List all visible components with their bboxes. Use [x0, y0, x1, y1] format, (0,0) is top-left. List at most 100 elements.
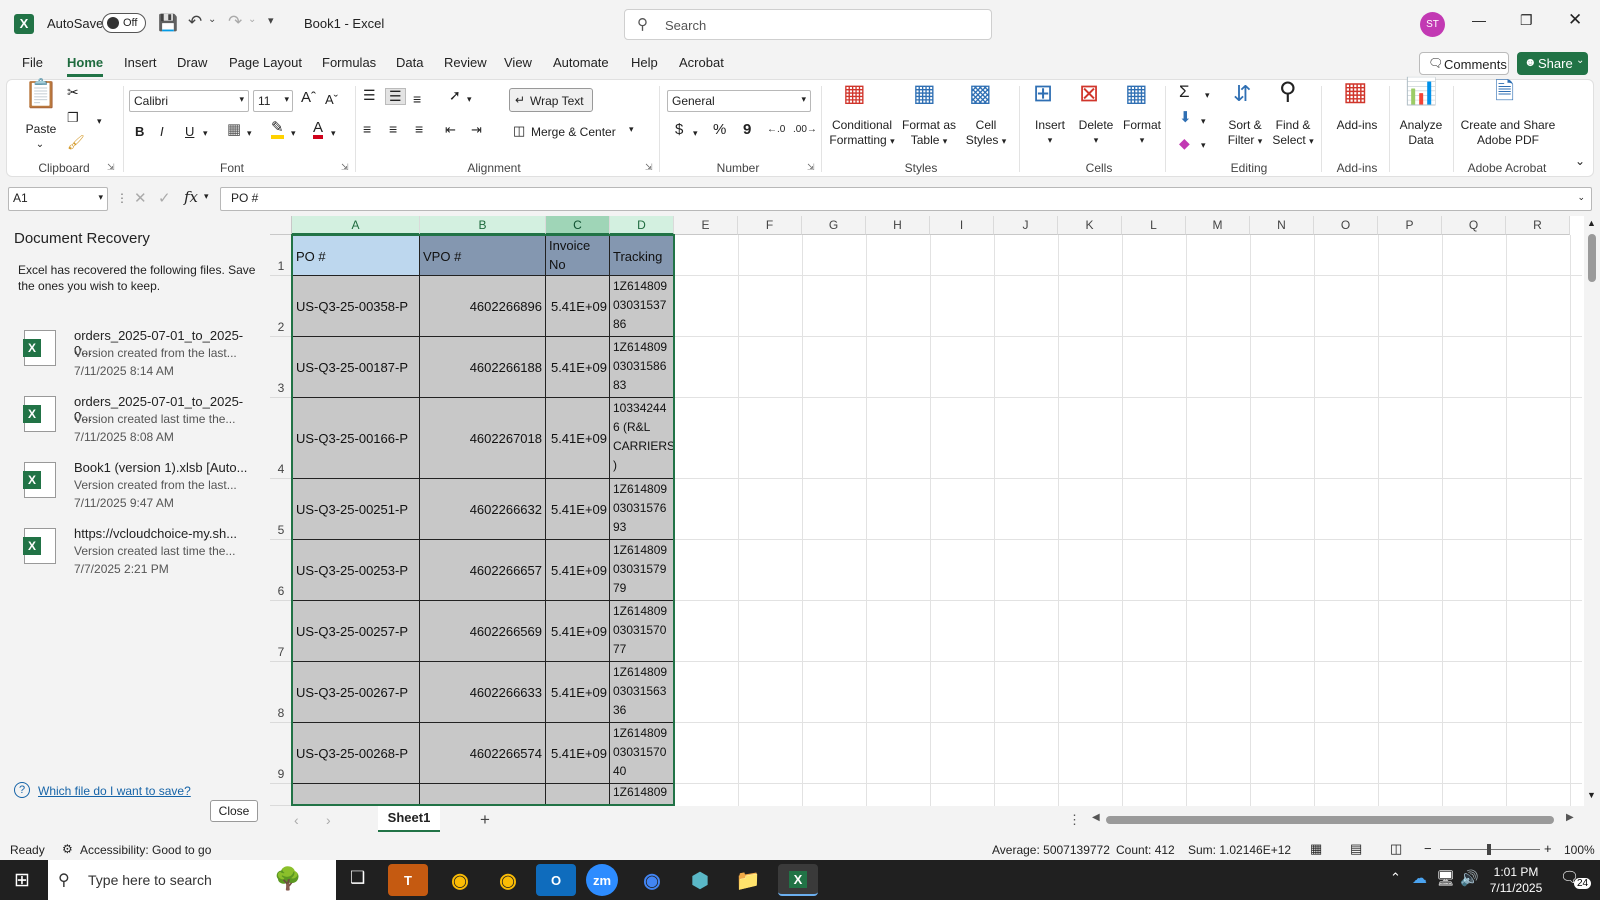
- analyze-data-icon[interactable]: 📊: [1405, 78, 1437, 104]
- table-cell-vpo[interactable]: 4602266657: [420, 540, 546, 601]
- share-button[interactable]: ☻ Share ⌄: [1517, 52, 1588, 75]
- column-header-g[interactable]: G: [802, 216, 866, 235]
- tab-review[interactable]: Review: [444, 55, 487, 70]
- row-header[interactable]: 1: [270, 235, 292, 276]
- tab-draw[interactable]: Draw: [177, 55, 207, 70]
- align-top-icon[interactable]: ☰: [363, 88, 376, 103]
- cell-styles-icon[interactable]: ▩: [969, 82, 992, 106]
- table-cell-invoice[interactable]: 5.41E+09: [546, 662, 610, 723]
- table-cell-po[interactable]: US-Q3-25-00268-P: [292, 723, 420, 784]
- help-link[interactable]: Which file do I want to save?: [38, 784, 191, 798]
- name-box[interactable]: A1 ▾: [8, 187, 108, 211]
- table-cell-po[interactable]: US-Q3-25-00166-P: [292, 398, 420, 479]
- row-header[interactable]: 9: [270, 723, 292, 784]
- formula-input[interactable]: PO # ⌄: [220, 187, 1592, 211]
- table-cell-tracking[interactable]: 1Z614809 03031570 40: [610, 723, 674, 784]
- table-cell-invoice[interactable]: 5.41E+09: [546, 337, 610, 398]
- chrome-profile-icon[interactable]: ◉: [488, 864, 528, 896]
- decrease-font-icon[interactable]: Aˇ: [325, 92, 338, 107]
- table-cell-vpo[interactable]: 4602266569: [420, 601, 546, 662]
- table-cell-tracking[interactable]: 1Z614809 03031563 36: [610, 662, 674, 723]
- worksheet-grid[interactable]: A B C D E F G H I J K L M N O P Q R 1 2 …: [270, 216, 1600, 806]
- conditional-formatting-button[interactable]: Conditional Formatting ▾: [827, 118, 897, 149]
- column-header-i[interactable]: I: [930, 216, 994, 235]
- number-launcher-icon[interactable]: ⇲: [807, 160, 815, 175]
- decrease-indent-icon[interactable]: ⇤: [445, 122, 456, 137]
- scroll-down-icon[interactable]: ▼: [1587, 790, 1596, 800]
- table-cell-po[interactable]: US-Q3-25-00358-P: [292, 276, 420, 337]
- autosum-button[interactable]: Σ: [1179, 83, 1190, 100]
- tab-formulas[interactable]: Formulas: [322, 55, 376, 70]
- tab-page-layout[interactable]: Page Layout: [229, 55, 302, 70]
- font-name-select[interactable]: Calibri ▾: [129, 90, 249, 112]
- sort-filter-icon[interactable]: ⇵: [1233, 83, 1251, 105]
- status-sum[interactable]: Sum: 1.02146E+12: [1188, 843, 1291, 857]
- fill-color-dropdown-icon[interactable]: ▾: [291, 126, 296, 141]
- table-cell-invoice[interactable]: 5.41E+09: [546, 723, 610, 784]
- cell-c1[interactable]: Invoice No: [546, 235, 610, 276]
- delete-cells-button[interactable]: Delete ▾: [1073, 118, 1119, 148]
- increase-font-icon[interactable]: Aˆ: [301, 90, 316, 105]
- format-cells-icon[interactable]: ▦: [1125, 82, 1148, 106]
- onedrive-icon[interactable]: ☁: [1412, 869, 1427, 887]
- borders-dropdown-icon[interactable]: ▾: [247, 126, 252, 141]
- table-cell-tracking[interactable]: 1Z614809 03031586 83: [610, 337, 674, 398]
- table-cell-invoice[interactable]: 5.41E+09: [546, 601, 610, 662]
- tab-view[interactable]: View: [504, 55, 532, 70]
- orientation-icon[interactable]: ➚: [449, 88, 461, 103]
- wrap-text-button[interactable]: ↵ Wrap Text: [509, 88, 593, 112]
- teams-icon[interactable]: T: [388, 864, 428, 896]
- outlook-icon[interactable]: O: [536, 864, 576, 896]
- select-all-corner[interactable]: [270, 216, 292, 235]
- row-header[interactable]: 3: [270, 337, 292, 398]
- clipboard-launcher-icon[interactable]: ⇲: [107, 160, 115, 175]
- align-right-icon[interactable]: ≡: [415, 122, 423, 137]
- row-header[interactable]: 6: [270, 540, 292, 601]
- table-cell-tracking[interactable]: 1Z614809 03031570 77: [610, 601, 674, 662]
- column-header-h[interactable]: H: [866, 216, 930, 235]
- insert-cells-button[interactable]: Insert ▾: [1027, 118, 1073, 148]
- show-hidden-icons[interactable]: ⌃: [1390, 870, 1401, 886]
- table-cell-vpo[interactable]: 4602266633: [420, 662, 546, 723]
- undo-icon[interactable]: ↶: [188, 12, 202, 32]
- column-header-m[interactable]: M: [1186, 216, 1250, 235]
- font-color-dropdown-icon[interactable]: ▾: [331, 126, 336, 141]
- task-view-icon[interactable]: ❑: [350, 868, 365, 888]
- table-cell-po[interactable]: US-Q3-25-00253-P: [292, 540, 420, 601]
- align-middle-icon[interactable]: ☰: [385, 88, 406, 105]
- close-icon[interactable]: ✕: [1568, 10, 1582, 30]
- scroll-left-icon[interactable]: ◀: [1092, 812, 1100, 823]
- accessibility-icon[interactable]: ⚙: [62, 842, 73, 856]
- table-cell-tracking[interactable]: 1Z614809 03031537 86: [610, 276, 674, 337]
- alignment-launcher-icon[interactable]: ⇲: [645, 160, 653, 175]
- column-header-p[interactable]: P: [1378, 216, 1442, 235]
- zoom-in-icon[interactable]: +: [1544, 841, 1552, 856]
- tab-home[interactable]: Home: [67, 55, 103, 70]
- format-as-table-icon[interactable]: ▦: [913, 82, 936, 106]
- tab-help[interactable]: Help: [631, 55, 658, 70]
- align-center-icon[interactable]: ≡: [389, 122, 397, 137]
- increase-decimal-icon[interactable]: ←.0: [767, 122, 785, 137]
- scrollbar-thumb[interactable]: [1588, 234, 1596, 282]
- search-box[interactable]: ⚲ Search: [624, 9, 992, 40]
- font-color-icon[interactable]: A: [313, 120, 324, 139]
- analyze-data-button[interactable]: Analyze Data: [1393, 118, 1449, 148]
- restore-icon[interactable]: ❐: [1520, 12, 1533, 29]
- scroll-right-icon[interactable]: ▶: [1566, 812, 1574, 823]
- volume-icon[interactable]: 🔊: [1460, 869, 1479, 887]
- more-options-icon[interactable]: ⋮: [116, 191, 128, 205]
- chrome-profile-2-icon[interactable]: ◉: [632, 864, 672, 896]
- redo-icon[interactable]: ↷: [228, 12, 242, 32]
- cut-icon[interactable]: ✂: [67, 85, 79, 100]
- format-cells-button[interactable]: Format ▾: [1117, 118, 1167, 148]
- scroll-up-icon[interactable]: ▲: [1587, 218, 1596, 228]
- accessibility-status[interactable]: Accessibility: Good to go: [80, 843, 211, 857]
- add-ins-button[interactable]: Add-ins: [1329, 118, 1385, 133]
- row-header[interactable]: [270, 784, 292, 806]
- sort-filter-button[interactable]: Sort & Filter ▾: [1223, 118, 1267, 149]
- horizontal-scrollbar-thumb[interactable]: [1106, 816, 1554, 824]
- function-dropdown-icon[interactable]: ▾: [204, 191, 209, 202]
- row-header[interactable]: 7: [270, 601, 292, 662]
- create-pdf-icon[interactable]: 🗎: [1495, 80, 1514, 104]
- clear-dropdown-icon[interactable]: ▾: [1201, 138, 1206, 153]
